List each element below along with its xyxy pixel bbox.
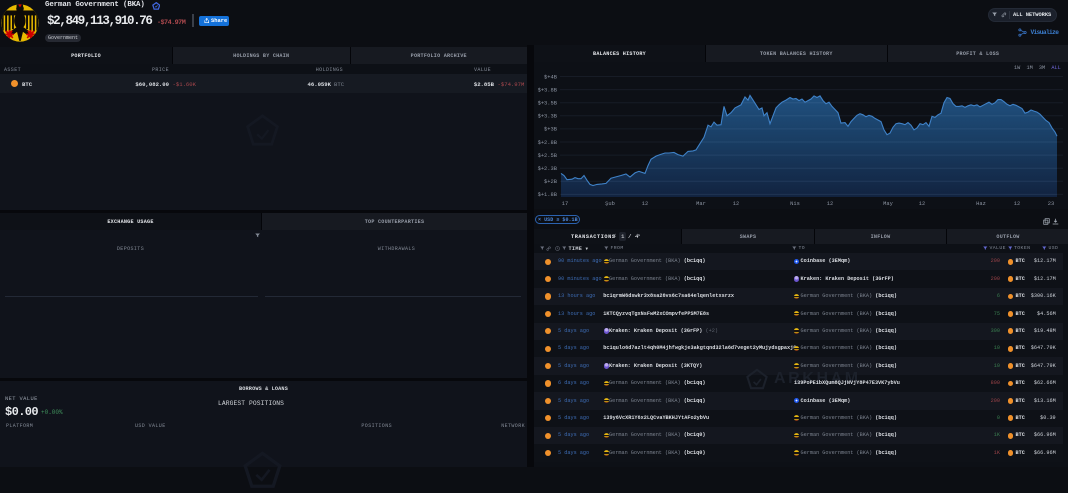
svg-text:$+2.3B: $+2.3B	[538, 166, 558, 172]
svg-text:$+2.8B: $+2.8B	[538, 140, 558, 146]
svg-text:17: 17	[562, 201, 568, 207]
svg-text:Haz: Haz	[976, 201, 986, 207]
svg-text:$+2B: $+2B	[544, 179, 558, 185]
svg-text:Şub: Şub	[605, 201, 615, 207]
svg-text:12: 12	[1014, 201, 1020, 207]
svg-text:$+2.5B: $+2.5B	[538, 153, 558, 159]
svg-text:Mar: Mar	[696, 201, 706, 207]
svg-text:12: 12	[827, 201, 833, 207]
svg-text:$+1.8B: $+1.8B	[538, 192, 558, 198]
svg-text:$+3.3B: $+3.3B	[538, 114, 558, 120]
svg-text:$+3.8B: $+3.8B	[538, 87, 558, 93]
svg-text:23: 23	[1048, 201, 1054, 207]
svg-text:12: 12	[642, 201, 648, 207]
svg-text:12: 12	[919, 201, 925, 207]
svg-text:May: May	[883, 201, 893, 207]
svg-text:12: 12	[733, 201, 739, 207]
svg-text:$+4B: $+4B	[544, 74, 558, 80]
svg-text:$+3.5B: $+3.5B	[538, 101, 558, 107]
svg-text:$+3B: $+3B	[544, 127, 558, 133]
svg-text:Nis: Nis	[790, 201, 800, 207]
